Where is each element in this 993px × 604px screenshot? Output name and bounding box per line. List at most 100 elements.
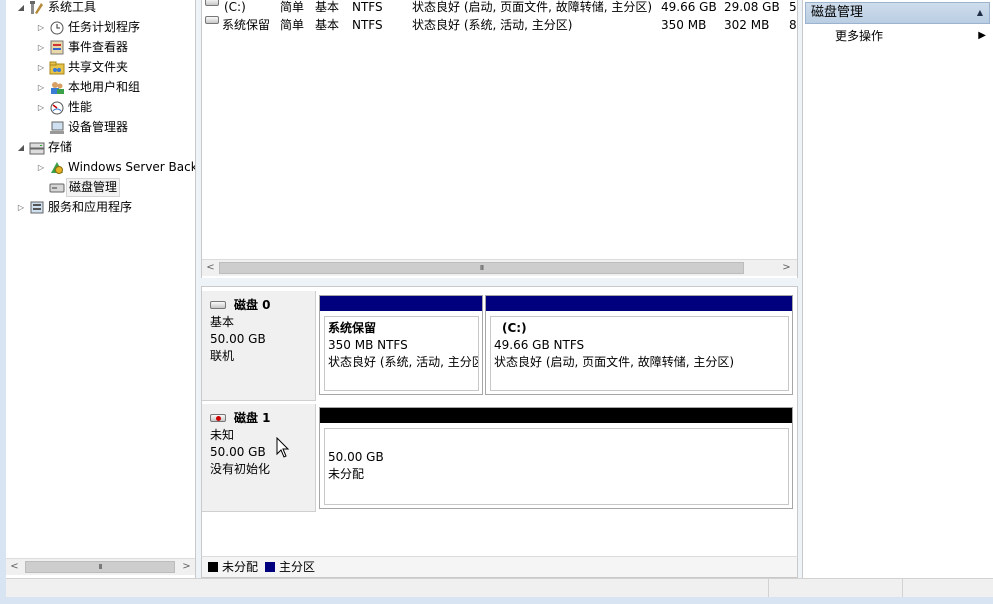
mouse-cursor-icon	[276, 437, 290, 458]
device-manager-icon	[49, 120, 65, 135]
submenu-arrow-icon: ▶	[978, 30, 986, 41]
tree-item-performance[interactable]: ▷ 性能	[36, 98, 195, 117]
volume-status: 状态良好 (系统, 活动, 主分区)	[412, 18, 573, 32]
expand-arrow-icon[interactable]: ▷	[36, 158, 46, 177]
disk-size: 50.00 GB	[210, 332, 266, 346]
tree-item-label: 服务和应用程序	[48, 200, 133, 214]
expand-arrow-icon[interactable]: ▷	[16, 198, 26, 217]
status-bar-segment	[768, 579, 902, 598]
volume-filesystem: NTFS	[352, 18, 383, 32]
window-frame-bottom	[0, 597, 993, 604]
drive-icon	[205, 16, 219, 24]
tree-item-event-viewer[interactable]: ▷ 事件查看器	[36, 38, 195, 57]
disk-unknown-icon	[210, 414, 226, 422]
status-bar-segment	[902, 579, 993, 598]
tree-item-label: 事件查看器	[68, 40, 129, 54]
scrollbar-thumb[interactable]: III	[219, 262, 744, 274]
tree-item-label: 存储	[48, 140, 73, 154]
disk-size: 50.00 GB	[210, 445, 266, 459]
drive-icon	[205, 0, 219, 6]
collapse-arrow-icon[interactable]: ◢	[16, 0, 26, 17]
volume-layout: 简单	[280, 18, 305, 32]
collapse-up-icon[interactable]: ▲	[977, 3, 983, 23]
tree-item-device-manager[interactable]: 设备管理器	[36, 118, 195, 137]
scroll-left-icon[interactable]: <	[202, 260, 219, 276]
partition-status: 状态良好 (启动, 页面文件, 故障转储, 主分区)	[494, 355, 735, 369]
tree-item-label: 系统工具	[48, 0, 97, 14]
scroll-right-icon[interactable]: >	[178, 559, 195, 575]
partition-status: 状态良好 (系统, 活动, 主分区)	[328, 355, 479, 369]
shared-folders-icon	[49, 60, 65, 75]
tree-horizontal-scrollbar[interactable]: < III >	[6, 558, 195, 575]
volume-free-space: 302 MB	[724, 18, 770, 32]
volume-filesystem: NTFS	[352, 0, 383, 14]
more-actions-item[interactable]: 更多操作 ▶	[805, 26, 990, 46]
collapse-arrow-icon[interactable]: ◢	[16, 138, 26, 157]
partition-c-drive[interactable]: (C:) 49.66 GB NTFS 状态良好 (启动, 页面文件, 故障转储,…	[485, 295, 793, 395]
tree-item-label: 共享文件夹	[68, 60, 129, 74]
task-scheduler-icon	[49, 20, 65, 35]
partition-size: 49.66 GB NTFS	[494, 338, 585, 352]
actions-pane: 磁盘管理 ▲ 更多操作 ▶	[802, 0, 993, 578]
disk-title: 磁盘 0	[210, 297, 307, 314]
volume-free-percent: 5	[789, 0, 797, 14]
disk-title: 磁盘 1	[210, 410, 307, 427]
tree-item-label: 性能	[68, 100, 93, 114]
tree-item-label: 设备管理器	[68, 120, 129, 134]
tree-item-label: Windows Server Backup	[68, 160, 195, 174]
volume-type: 基本	[315, 0, 340, 14]
partition-status: 未分配	[328, 467, 365, 481]
volume-capacity: 350 MB	[661, 18, 707, 32]
disk-kind: 未知	[210, 428, 235, 442]
partition-name: 系统保留	[328, 321, 377, 335]
disk-state: 联机	[210, 349, 235, 363]
volume-status: 状态良好 (启动, 页面文件, 故障转储, 主分区)	[412, 0, 653, 14]
partition-system-reserved[interactable]: 系统保留 350 MB NTFS 状态良好 (系统, 活动, 主分区)	[319, 295, 483, 395]
status-bar	[6, 578, 993, 598]
partition-unallocated[interactable]: 50.00 GB 未分配	[319, 407, 793, 509]
scroll-left-icon[interactable]: <	[6, 559, 23, 575]
disk-icon	[210, 301, 226, 309]
tree-item-task-scheduler[interactable]: ▷ 任务计划程序	[36, 18, 195, 37]
tree-item-disk-management[interactable]: 磁盘管理	[36, 178, 195, 197]
volume-layout: 简单	[280, 0, 305, 14]
tree-item-shared-folders[interactable]: ▷ 共享文件夹	[36, 58, 195, 77]
partition-name: (C:)	[502, 321, 527, 335]
expand-arrow-icon[interactable]: ▷	[36, 38, 46, 57]
disk-kind: 基本	[210, 315, 235, 329]
disk-1-label[interactable]: 磁盘 1 未知 50.00 GB 没有初始化	[202, 404, 316, 512]
volume-free-percent: 8	[789, 18, 797, 32]
tree-item-windows-server-backup[interactable]: ▷ Windows Server Backup	[36, 158, 195, 177]
volume-name: 系统保留	[222, 18, 271, 32]
legend-item: 未分配	[208, 557, 258, 577]
table-row[interactable]: 系统保留 简单 基本 NTFS 状态良好 (系统, 活动, 主分区) 350 M…	[202, 16, 797, 34]
event-viewer-icon	[49, 40, 65, 55]
scroll-right-icon[interactable]: >	[778, 260, 795, 276]
expand-arrow-icon[interactable]: ▷	[36, 78, 46, 97]
volume-name: (C:)	[224, 0, 246, 14]
tree-item-storage[interactable]: ◢ 存储	[16, 138, 195, 157]
volume-capacity: 49.66 GB	[661, 0, 717, 14]
disk-legend: 未分配 主分区	[201, 556, 798, 578]
disk-0-label[interactable]: 磁盘 0 基本 50.00 GB 联机	[202, 291, 316, 401]
expand-arrow-icon[interactable]: ▷	[36, 18, 46, 37]
local-users-groups-icon	[49, 80, 65, 95]
volume-list-horizontal-scrollbar[interactable]: < III >	[202, 259, 797, 276]
tree-item-label: 本地用户和组	[68, 80, 141, 94]
scrollbar-thumb[interactable]: III	[25, 561, 175, 573]
partition-size: 50.00 GB	[328, 450, 384, 464]
tree-item-services-applications[interactable]: ▷ 服务和应用程序	[16, 198, 195, 217]
tree-item-label: 任务计划程序	[68, 20, 141, 34]
legend-swatch	[265, 562, 275, 572]
disk-graphical-view: 磁盘 0 基本 50.00 GB 联机 系统保留 350 MB NTFS 状态良…	[201, 286, 798, 578]
console-tree: ◢ 系统工具 ▷ 任务计划程序 ▷ 事件查看器 ▷ 共享文件夹 ▷ 本地用户和组…	[6, 0, 196, 578]
actions-header[interactable]: 磁盘管理 ▲	[805, 2, 990, 24]
expand-arrow-icon[interactable]: ▷	[36, 98, 46, 117]
legend-item: 主分区	[265, 557, 315, 577]
disk-state: 没有初始化	[210, 462, 271, 476]
expand-arrow-icon[interactable]: ▷	[36, 58, 46, 77]
table-row[interactable]: (C:) 简单 基本 NTFS 状态良好 (启动, 页面文件, 故障转储, 主分…	[202, 0, 797, 16]
tree-item-local-users[interactable]: ▷ 本地用户和组	[36, 78, 195, 97]
partition-size: 350 MB NTFS	[328, 338, 408, 352]
tree-item-system-tools[interactable]: ◢ 系统工具	[16, 0, 195, 17]
